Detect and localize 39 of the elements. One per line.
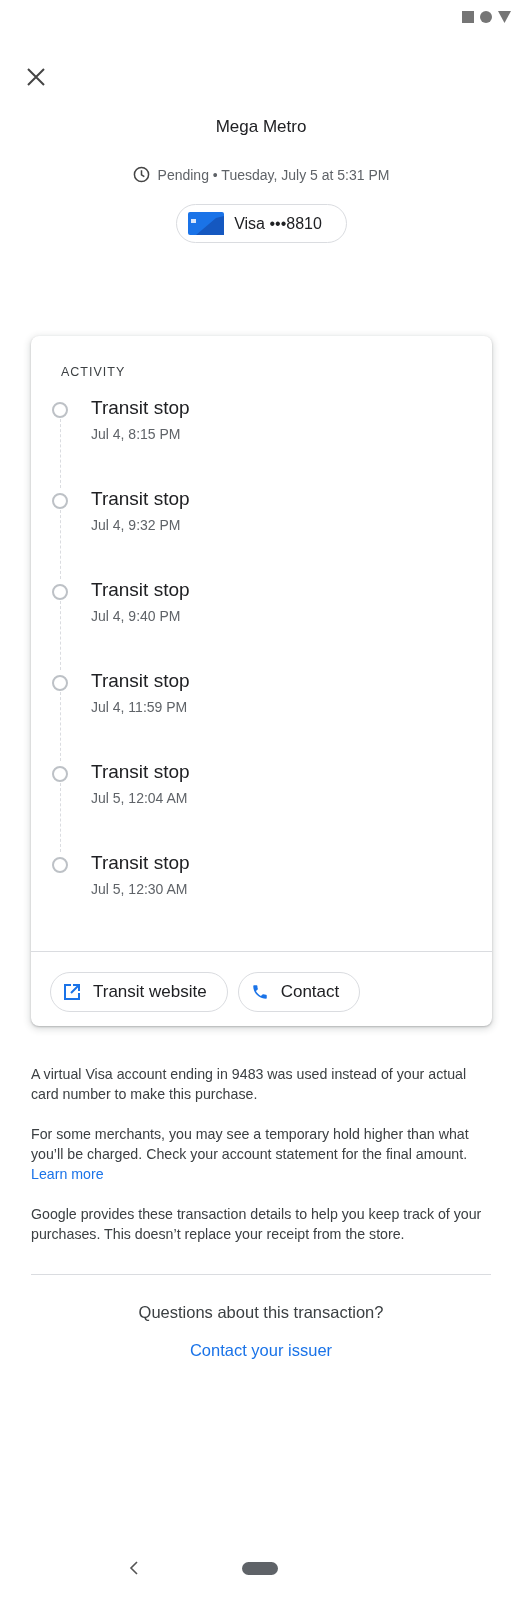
timeline-dot-icon (51, 492, 69, 510)
activity-title: Transit stop (91, 852, 190, 874)
activity-time: Jul 4, 9:32 PM (91, 517, 182, 533)
close-icon[interactable] (27, 68, 45, 86)
external-link-icon (63, 983, 81, 1001)
timeline-dot-icon (51, 765, 69, 783)
activity-time: Jul 5, 12:30 AM (91, 881, 189, 897)
activity-title: Transit stop (91, 761, 190, 783)
status-square-icon (462, 11, 474, 23)
merchant-name: Mega Metro (214, 117, 308, 137)
info-paragraph: For some merchants, you may see a temporary hold higher than what you’ll be charged. Check your account statement for the final amount. Learn more (31, 1125, 470, 1184)
transaction-status: Pending • Tuesday, July 5 at 5:31 PM (157, 166, 390, 183)
timeline-dot-icon (51, 856, 69, 874)
contact-button[interactable]: Contact (237, 972, 361, 1012)
clock-icon (132, 166, 150, 183)
website-button[interactable]: Transit website (50, 972, 228, 1012)
activity-title: Transit stop (91, 579, 190, 601)
timeline-dot-icon (51, 674, 69, 692)
activity-title: Transit stop (91, 397, 190, 419)
learn-more-link[interactable]: Learn more (31, 1166, 104, 1182)
home-pill-icon[interactable] (242, 1561, 278, 1575)
contact-issuer-link[interactable]: Contact your issuer (189, 1341, 333, 1359)
phone-icon (250, 983, 269, 1001)
activity-time: Jul 4, 9:40 PM (91, 608, 182, 624)
activity-time: Jul 4, 8:15 PM (91, 426, 182, 442)
activity-title: Transit stop (91, 670, 190, 692)
activity-time: Jul 4, 11:59 PM (91, 699, 189, 715)
activity-title: Transit stop (91, 488, 190, 510)
questions-text: Questions about this transaction? (137, 1303, 385, 1322)
info-paragraph: A virtual Visa account ending in 9483 was used instead of your actual card number to make this purchase. (31, 1065, 468, 1104)
info-paragraph: Google provides these transaction details to help you keep track of your purchases. This doesn’t replace your receipt from the store. (31, 1205, 483, 1244)
status-circle-icon (480, 11, 492, 23)
timeline-dot-icon (51, 401, 69, 419)
timeline-dot-icon (51, 583, 69, 601)
section-heading: ACTIVITY (60, 364, 127, 379)
activity-time: Jul 5, 12:04 AM (91, 790, 189, 806)
status-triangle-icon (498, 11, 511, 23)
card-icon (188, 212, 225, 235)
back-icon[interactable] (129, 1560, 139, 1576)
